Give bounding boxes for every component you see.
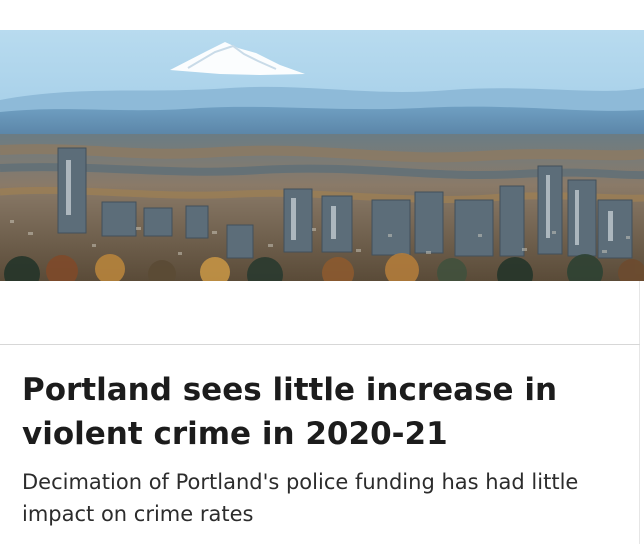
article-headline[interactable]: Portland sees little increase in violent… xyxy=(22,368,622,456)
article-dek: Decimation of Portland's police funding … xyxy=(22,470,579,526)
article-hero-image[interactable] xyxy=(0,30,644,281)
section-divider xyxy=(0,344,640,345)
portland-cityscape-image xyxy=(0,30,644,281)
article-card[interactable]: Portland sees little increase in violent… xyxy=(0,0,644,544)
